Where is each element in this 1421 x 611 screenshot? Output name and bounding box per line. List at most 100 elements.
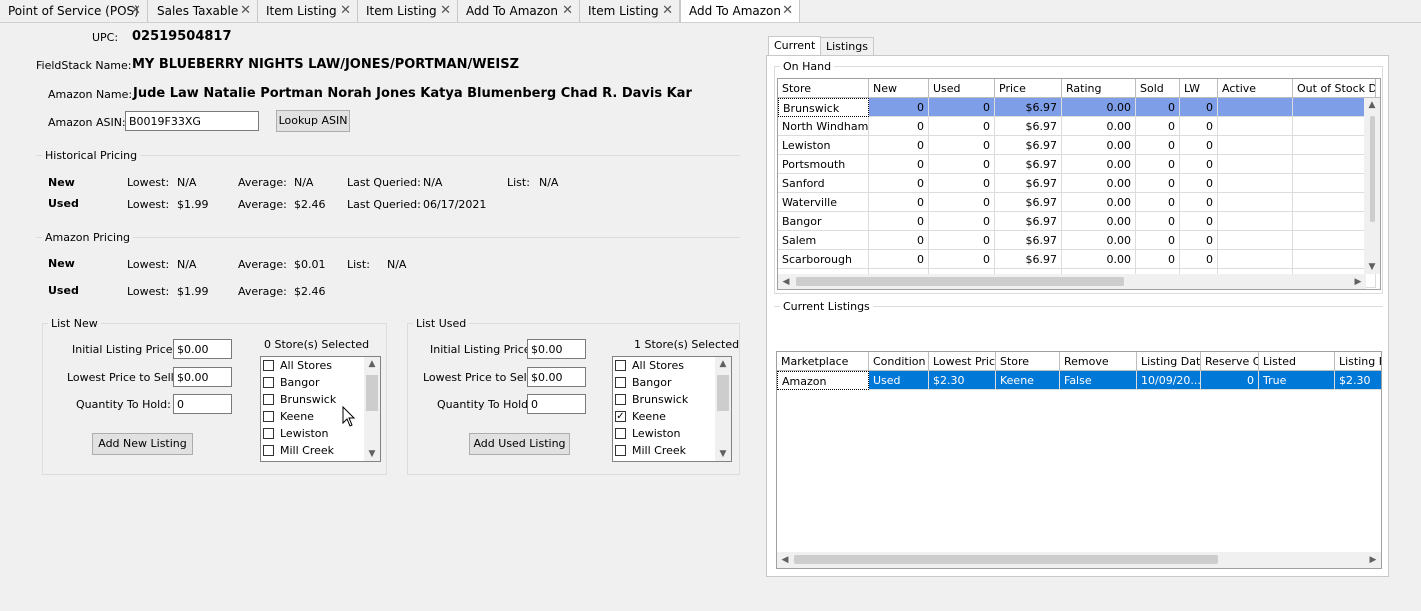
checkbox-icon[interactable]: [615, 444, 626, 456]
close-icon[interactable]: ✕: [240, 0, 251, 22]
table-cell[interactable]: 0: [869, 193, 929, 212]
lookup-asin-button[interactable]: Lookup ASIN: [276, 110, 350, 132]
table-cell[interactable]: 0: [1136, 250, 1180, 269]
column-header[interactable]: Out of Stock D: [1293, 79, 1376, 98]
vertical-scrollbar[interactable]: ▲ ▼: [715, 357, 731, 461]
table-cell[interactable]: [1218, 117, 1293, 136]
store-checkbox-item[interactable]: All Stores: [263, 357, 332, 374]
column-header[interactable]: Condition: [869, 352, 929, 371]
vertical-scrollbar[interactable]: ▲ ▼: [364, 357, 380, 461]
table-cell[interactable]: 0: [1136, 193, 1180, 212]
table-cell[interactable]: 0: [1136, 174, 1180, 193]
column-header[interactable]: Rating: [1062, 79, 1136, 98]
store-checkbox-item[interactable]: Mill Creek: [615, 442, 686, 459]
store-checkbox-item[interactable]: ✓ Keene: [615, 408, 666, 425]
column-header[interactable]: Remove: [1060, 352, 1137, 371]
checkbox-icon[interactable]: [615, 393, 626, 405]
tab-sales-taxable[interactable]: Sales Taxable ✕: [149, 0, 258, 22]
scrollbar-thumb[interactable]: [717, 375, 729, 411]
tab-listings[interactable]: Listings: [820, 37, 874, 56]
column-header[interactable]: Used: [929, 79, 995, 98]
chevron-up-icon[interactable]: ▲: [715, 359, 731, 369]
store-checkbox-item[interactable]: Lewiston: [615, 425, 681, 442]
table-cell[interactable]: 0.00: [1062, 212, 1136, 231]
table-cell[interactable]: 0: [929, 136, 995, 155]
table-cell[interactable]: 0: [1180, 193, 1218, 212]
column-header[interactable]: Sold: [1136, 79, 1180, 98]
store-checkbox-item[interactable]: Lewiston: [263, 425, 329, 442]
tab-item-listing-1[interactable]: Item Listing ✕: [258, 0, 358, 22]
checkbox-icon[interactable]: [263, 444, 274, 456]
chevron-right-icon[interactable]: ▶: [1350, 277, 1366, 287]
table-cell[interactable]: 0: [1180, 136, 1218, 155]
amazon-asin-input[interactable]: [125, 111, 259, 131]
tab-item-listing-2[interactable]: Item Listing ✕: [358, 0, 458, 22]
table-cell[interactable]: 0: [1180, 231, 1218, 250]
column-header[interactable]: Active: [1218, 79, 1293, 98]
table-cell[interactable]: 0: [1180, 155, 1218, 174]
table-cell[interactable]: $6.97: [995, 193, 1062, 212]
on-hand-grid[interactable]: Store New Used Price Rating Sold LW Active Out o…: [777, 78, 1381, 290]
column-header[interactable]: New: [869, 79, 929, 98]
table-cell[interactable]: 0: [929, 117, 995, 136]
table-cell[interactable]: 0: [1136, 117, 1180, 136]
table-cell[interactable]: [1218, 155, 1293, 174]
row-header-cell[interactable]: Amazon: [777, 371, 869, 390]
table-cell[interactable]: 0: [929, 155, 995, 174]
table-cell[interactable]: [1218, 174, 1293, 193]
table-cell[interactable]: [1218, 212, 1293, 231]
table-cell[interactable]: [1218, 98, 1293, 117]
checkbox-icon[interactable]: [263, 410, 274, 422]
store-checkbox-item[interactable]: Mill Creek: [263, 442, 334, 459]
column-header[interactable]: Lowest Pric: [929, 352, 996, 371]
checkbox-icon[interactable]: [615, 376, 626, 388]
tab-add-to-amazon-active[interactable]: Add To Amazon ✕: [680, 0, 800, 22]
store-checkbox-item[interactable]: Bangor: [615, 374, 672, 391]
table-cell[interactable]: 0.00: [1062, 98, 1136, 117]
column-header[interactable]: Listed: [1259, 352, 1335, 371]
table-cell[interactable]: $2.30: [929, 371, 996, 390]
scrollbar-thumb[interactable]: [366, 375, 378, 411]
table-cell[interactable]: True: [1259, 371, 1335, 390]
table-cell[interactable]: 0: [869, 250, 929, 269]
table-cell[interactable]: 0.00: [1062, 155, 1136, 174]
checkbox-icon[interactable]: [615, 427, 626, 439]
store-checkbox-item[interactable]: Brunswick: [263, 391, 336, 408]
column-header[interactable]: C: [1376, 79, 1380, 98]
list-new-store-checklist[interactable]: All Stores Bangor Brunswick Keene Lewist…: [260, 356, 381, 462]
row-header-cell[interactable]: Waterville: [778, 193, 869, 212]
vertical-scrollbar[interactable]: ▲ ▼: [1364, 98, 1380, 274]
tab-item-listing-3[interactable]: Item Listing ✕: [580, 0, 680, 22]
row-header-cell[interactable]: Lewiston: [778, 136, 869, 155]
close-icon[interactable]: ✕: [130, 0, 141, 22]
table-cell[interactable]: 0: [1136, 155, 1180, 174]
chevron-down-icon[interactable]: ▼: [1364, 262, 1380, 272]
chevron-down-icon[interactable]: ▼: [364, 449, 380, 459]
table-cell[interactable]: 0: [1180, 98, 1218, 117]
table-cell[interactable]: 0: [1180, 212, 1218, 231]
close-icon[interactable]: ✕: [340, 0, 351, 22]
chevron-down-icon[interactable]: ▼: [715, 449, 731, 459]
add-used-listing-button[interactable]: Add Used Listing: [469, 433, 570, 455]
table-cell[interactable]: 0: [1180, 117, 1218, 136]
tab-current[interactable]: Current: [768, 36, 822, 56]
list-new-initial-price-input[interactable]: [173, 339, 232, 359]
close-icon[interactable]: ✕: [562, 0, 573, 22]
column-header[interactable]: Listing Pr: [1335, 352, 1381, 371]
checkbox-icon[interactable]: [263, 393, 274, 405]
table-cell[interactable]: 0: [1136, 231, 1180, 250]
row-header-cell[interactable]: Salem: [778, 231, 869, 250]
column-header[interactable]: LW: [1180, 79, 1218, 98]
table-cell[interactable]: [1218, 231, 1293, 250]
table-cell[interactable]: 0.00: [1062, 117, 1136, 136]
list-new-lowest-price-input[interactable]: [173, 367, 232, 387]
table-cell[interactable]: 0: [1180, 174, 1218, 193]
current-listings-grid[interactable]: Marketplace Condition Lowest Pric Store Remo…: [776, 351, 1382, 569]
table-cell[interactable]: Keene: [996, 371, 1060, 390]
scrollbar-thumb[interactable]: [796, 277, 1124, 286]
table-cell[interactable]: [1218, 250, 1293, 269]
table-cell[interactable]: 0: [929, 98, 995, 117]
row-header-cell[interactable]: North Windham: [778, 117, 869, 136]
chevron-left-icon[interactable]: ◀: [778, 277, 794, 287]
table-cell[interactable]: $6.97: [995, 250, 1062, 269]
